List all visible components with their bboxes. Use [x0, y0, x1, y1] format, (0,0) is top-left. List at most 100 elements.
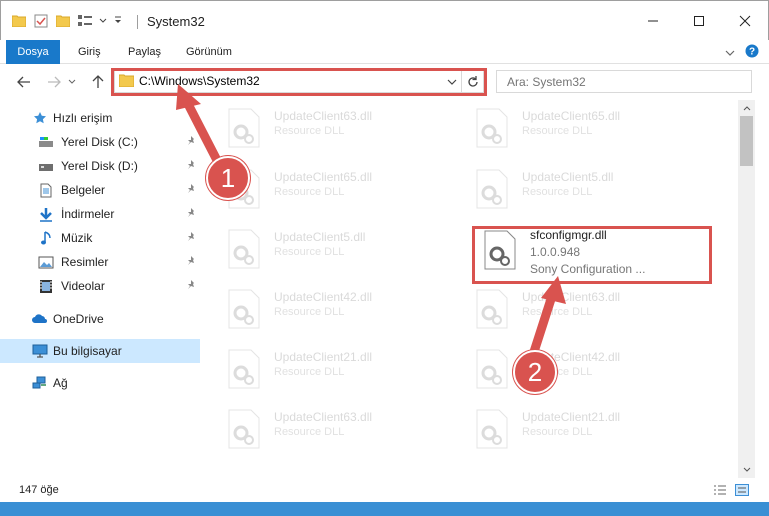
sidebar-item-music[interactable]: Müzik: [0, 226, 200, 250]
status-bar: 147 öğe: [0, 478, 769, 502]
maximize-button[interactable]: [676, 1, 722, 41]
sidebar-item-network[interactable]: Ağ: [0, 371, 200, 395]
sidebar-item-quick-access[interactable]: Hızlı erişim: [0, 106, 200, 130]
file-list: UpdateClient63.dll Resource DLL UpdateCl…: [212, 100, 738, 478]
search-box[interactable]: [496, 70, 752, 93]
callout-2: 2: [513, 350, 557, 394]
dll-file-icon: [228, 229, 260, 269]
star-icon: [32, 110, 48, 126]
dll-file-icon: [228, 289, 260, 329]
file-highlight: [472, 226, 712, 284]
details-view-icon[interactable]: [713, 484, 727, 499]
sidebar-item-local-disk-d[interactable]: Yerel Disk (D:): [0, 154, 200, 178]
pin-icon[interactable]: [186, 135, 196, 149]
item-count: 147 öğe: [19, 484, 59, 496]
dll-file-icon: [228, 108, 260, 148]
music-icon: [38, 230, 54, 246]
sidebar-item-pictures[interactable]: Resimler: [0, 250, 200, 274]
forward-button[interactable]: [44, 72, 64, 92]
file-item[interactable]: UpdateClient63.dll Resource DLL: [212, 401, 452, 451]
pin-icon[interactable]: [186, 207, 196, 221]
pin-icon[interactable]: [186, 183, 196, 197]
network-icon: [32, 375, 48, 391]
title-bar: System32: [0, 0, 769, 40]
navigation-bar: C:\Windows\System32: [0, 64, 769, 100]
cloud-icon: [32, 311, 48, 327]
chevron-down-icon: [743, 467, 750, 472]
scrollbar-thumb[interactable]: [740, 116, 753, 166]
video-icon: [38, 278, 54, 294]
file-item[interactable]: UpdateClient42.dll Resource DLL: [460, 341, 700, 391]
dll-file-icon: [228, 349, 260, 389]
sidebar-item-local-disk-c[interactable]: Yerel Disk (C:): [0, 130, 200, 154]
forward-arrow-icon: [48, 76, 61, 88]
tab-share[interactable]: Paylaş: [116, 40, 173, 64]
view-toggle: [713, 484, 749, 499]
file-item[interactable]: UpdateClient5.dll Resource DLL: [212, 221, 452, 271]
help-icon[interactable]: ?: [745, 44, 759, 61]
vertical-scrollbar[interactable]: [738, 100, 755, 478]
tab-view[interactable]: Görünüm: [174, 40, 244, 64]
maximize-icon: [694, 16, 704, 26]
sidebar-item-downloads[interactable]: İndirmeler: [0, 202, 200, 226]
window-title: System32: [147, 14, 205, 29]
file-item[interactable]: UpdateClient65.dll Resource DLL: [460, 100, 700, 150]
dll-file-icon: [476, 409, 508, 449]
new-folder-icon[interactable]: [55, 13, 71, 29]
file-item[interactable]: UpdateClient42.dll Resource DLL: [212, 281, 452, 331]
tab-home[interactable]: Giriş: [66, 40, 113, 64]
minimize-button[interactable]: [630, 1, 676, 41]
dll-file-icon: [476, 108, 508, 148]
taskbar-strip: [0, 502, 769, 516]
dll-file-icon: [476, 349, 508, 389]
computer-icon: [32, 343, 48, 359]
back-arrow-icon: [17, 76, 30, 88]
quick-access-toolbar: [11, 13, 123, 29]
recent-locations-button[interactable]: [66, 72, 78, 92]
large-icons-view-icon[interactable]: [735, 484, 749, 499]
sidebar-item-videos[interactable]: Videolar: [0, 274, 200, 298]
folder-icon[interactable]: [11, 13, 27, 29]
file-item[interactable]: UpdateClient21.dll Resource DLL: [212, 341, 452, 391]
scroll-down-button[interactable]: [738, 462, 755, 478]
dll-file-icon: [476, 289, 508, 329]
pin-icon[interactable]: [186, 255, 196, 269]
window-controls: [630, 1, 768, 41]
chevron-down-icon: [68, 79, 76, 84]
ribbon-right-controls: ?: [725, 44, 759, 61]
file-item[interactable]: UpdateClient21.dll Resource DLL: [460, 401, 700, 451]
scroll-up-button[interactable]: [738, 100, 755, 116]
pin-icon[interactable]: [186, 159, 196, 173]
pin-icon[interactable]: [186, 279, 196, 293]
drive-icon: [38, 134, 54, 150]
svg-text:?: ?: [749, 47, 755, 58]
view-options-icon[interactable]: [77, 13, 93, 29]
chevron-down-icon[interactable]: [99, 13, 107, 29]
search-input[interactable]: [497, 71, 751, 92]
file-item[interactable]: UpdateClient5.dll Resource DLL: [460, 161, 700, 211]
minimize-icon: [648, 20, 658, 22]
customize-toolbar-icon[interactable]: [113, 13, 123, 29]
drive-icon: [38, 158, 54, 174]
document-icon: [38, 182, 54, 198]
back-button[interactable]: [14, 72, 34, 92]
file-item[interactable]: UpdateClient63.dll Resource DLL: [212, 100, 452, 150]
address-bar-highlight: [111, 68, 487, 96]
callout-1: 1: [206, 156, 250, 200]
dll-file-icon: [476, 169, 508, 209]
up-arrow-icon: [92, 75, 104, 88]
download-icon: [38, 206, 54, 222]
expand-ribbon-icon[interactable]: [725, 46, 735, 60]
properties-icon[interactable]: [33, 13, 49, 29]
sidebar-item-documents[interactable]: Belgeler: [0, 178, 200, 202]
sidebar-item-this-pc[interactable]: Bu bilgisayar: [0, 339, 200, 363]
pin-icon[interactable]: [186, 231, 196, 245]
navigation-pane: Hızlı erişim Yerel Disk (C:) Yerel Disk …: [0, 100, 208, 478]
close-icon: [739, 15, 751, 27]
sidebar-item-onedrive[interactable]: OneDrive: [0, 307, 200, 331]
up-button[interactable]: [88, 72, 108, 92]
title-separator: [137, 15, 138, 29]
pictures-icon: [38, 254, 54, 270]
close-button[interactable]: [722, 1, 768, 41]
file-item[interactable]: UpdateClient63.dll Resource DLL: [460, 281, 700, 331]
